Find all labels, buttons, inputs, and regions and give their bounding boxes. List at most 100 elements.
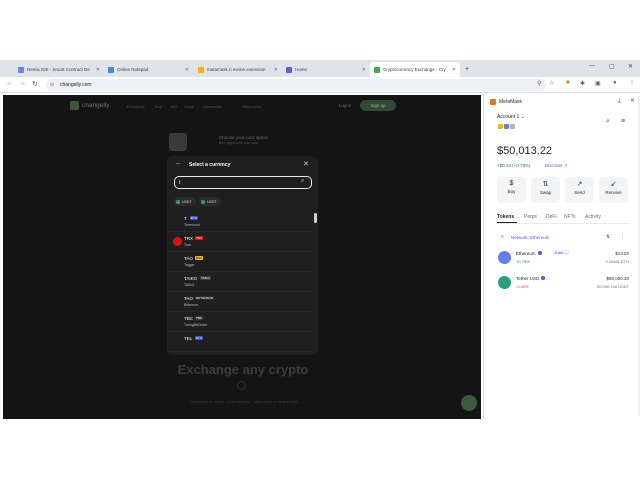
token-change: -0.02% [516, 284, 529, 289]
signup-button[interactable]: Sign up [360, 100, 396, 111]
tab-tokens[interactable]: Tokens [497, 214, 514, 220]
currency-search-box[interactable]: ⌕ [174, 176, 312, 189]
list-scrollbar-track[interactable] [314, 212, 317, 351]
action-label: Receive [605, 190, 622, 195]
metamask-panel: MetaMask ⤓ ✕ Account 1 ⌄ ⌕ ≡ $50,013.22 … [483, 94, 640, 420]
nav-buy[interactable]: Buy [155, 104, 162, 109]
close-tab-icon[interactable]: ✕ [96, 67, 100, 73]
url-field[interactable]: ⊙ changelly.com [46, 79, 546, 91]
currency-row[interactable]: TAIKO TAIKO TAIKO [167, 272, 312, 292]
search-icon[interactable]: ⌕ [606, 118, 610, 126]
quick-chip-usdt-2[interactable]: USDT [199, 197, 221, 206]
receive-button[interactable]: ↙ Receive [599, 177, 628, 203]
quick-chip-usdt[interactable]: USDT [174, 197, 196, 206]
earn-badge[interactable]: Earn ⌄ [553, 250, 570, 255]
currency-search-input[interactable] [179, 179, 289, 187]
side-panel-icon[interactable]: ▣ [595, 80, 601, 87]
ethereum-icon [498, 251, 511, 264]
back-icon[interactable]: ← [6, 80, 13, 87]
tab-home[interactable]: Home ✕ [282, 62, 370, 77]
external-link-icon: ↗ [563, 163, 568, 168]
bittensor-icon [173, 297, 182, 306]
token-amount: 50,000.198 USDT [596, 284, 629, 289]
network-badge: BSC [195, 256, 204, 260]
currency-row[interactable]: TEL ETH [167, 332, 312, 352]
close-tab-icon[interactable]: ✕ [185, 67, 189, 73]
account-badges[interactable] [498, 124, 516, 129]
tab-remix[interactable]: Remix IDE - Smart Contract De ✕ [14, 62, 104, 77]
back-arrow-icon[interactable]: ← [175, 160, 182, 167]
token-row-ethereum[interactable]: Ethereum Earn ⌄ +0.79% $13.02 0.00481 ET… [497, 249, 629, 271]
tab-defi[interactable]: DeFi [546, 214, 557, 220]
forward-icon[interactable]: → [19, 80, 26, 87]
reload-icon[interactable]: ↻ [32, 80, 38, 88]
filter-icon[interactable]: ≡ [501, 234, 504, 240]
maximize-icon[interactable]: ▢ [609, 63, 615, 70]
currency-row[interactable]: TBC TBC TuringBitChain [167, 312, 312, 332]
site-info-icon[interactable]: ⊙ [50, 79, 54, 91]
changelly-page: changelly Exchange Buy Sell Swap Currenc… [3, 95, 481, 419]
more-options-icon[interactable]: ⋮ [620, 234, 625, 240]
nav-sell[interactable]: Sell [170, 104, 177, 109]
new-tab-button[interactable]: + [461, 62, 473, 77]
network-filter[interactable]: Network: Ethereum [511, 235, 550, 240]
menu-kebab-icon[interactable]: ⋮ [629, 80, 635, 87]
chat-support-icon[interactable] [461, 395, 477, 411]
nav-exchange[interactable]: Exchange [127, 104, 145, 109]
info-icon[interactable] [237, 381, 246, 390]
metamask-extension-icon[interactable]: ■ [566, 80, 570, 86]
currency-name: TAIKO [184, 283, 195, 287]
search-icon[interactable]: ⌕ [301, 178, 304, 185]
tab-activity[interactable]: Activity [585, 214, 601, 220]
tab-search[interactable]: metamask ri evone extension ✕ [194, 62, 282, 77]
close-icon[interactable]: ✕ [630, 98, 635, 104]
token-amount: 0.00481 ETH [605, 259, 629, 264]
logo-mark-icon [70, 101, 79, 110]
bookmark-star-icon[interactable]: ☆ [549, 80, 554, 87]
nav-currencies[interactable]: Currencies [203, 104, 222, 109]
close-tab-icon[interactable]: ✕ [274, 67, 278, 73]
network-badge: TBC [195, 316, 203, 320]
promo-banner[interactable]: Choose your card option Buy crypto with … [167, 131, 317, 153]
hamburger-menu-icon[interactable]: ≡ [621, 118, 625, 125]
currency-row[interactable]: T ETH Threshold [167, 212, 312, 232]
currency-row[interactable]: TAO BITTENSOR Bittensor [167, 292, 312, 312]
login-link[interactable]: Log in [339, 103, 351, 108]
nav-resources[interactable]: Resources [242, 104, 261, 109]
network-badge: BITTENSOR [195, 296, 215, 300]
swap-icon: ⇅ [542, 181, 549, 188]
verified-icon [537, 251, 542, 255]
list-scrollbar-thumb[interactable] [314, 213, 317, 223]
currency-list[interactable]: T ETH Threshold TRX TRX Tron TAO BSC Tag… [167, 212, 312, 352]
tab-perps[interactable]: Perps [524, 214, 537, 220]
close-icon[interactable]: ✕ [303, 160, 309, 168]
currency-row[interactable]: TAO BSC Tagger [167, 252, 312, 272]
tab-label: metamask ri evone extension [207, 67, 266, 72]
zoom-icon[interactable]: ⚲ [537, 80, 541, 87]
token-name: Tether USD [516, 276, 540, 281]
tab-notepad[interactable]: Online Notepad ✕ [104, 62, 193, 77]
close-tab-icon[interactable]: ✕ [362, 67, 366, 73]
account-selector[interactable]: Account 1 ⌄ [497, 114, 525, 120]
nav-swap[interactable]: Swap [184, 104, 194, 109]
buy-button[interactable]: $ Buy [497, 177, 526, 203]
changelly-logo[interactable]: changelly [70, 101, 109, 110]
hero-subtitle: Changelly is an instant crypto exchange.… [188, 400, 299, 404]
token-row-tether[interactable]: Tether USD -0.02% $50,000.20 50,000.198 … [497, 274, 629, 296]
discover-link[interactable]: Discover ↗ [545, 163, 568, 169]
close-tab-icon[interactable]: ✕ [452, 67, 456, 73]
minimize-icon[interactable]: — [589, 63, 595, 69]
send-button[interactable]: ↗ Send [565, 177, 594, 203]
tab-nfts[interactable]: NFTs [564, 214, 576, 220]
profile-icon[interactable]: ● [613, 80, 617, 86]
plus-icon: + [465, 66, 470, 73]
metamask-header: MetaMask [490, 99, 522, 105]
close-window-icon[interactable]: ✕ [628, 63, 633, 70]
currency-row[interactable]: TRX TRX Tron [167, 232, 312, 252]
sort-icon[interactable]: ⇅ [606, 234, 610, 240]
notepad-favicon-icon [108, 66, 114, 73]
extensions-icon[interactable]: ✱ [580, 80, 585, 87]
swap-button[interactable]: ⇅ Swap [531, 177, 560, 203]
tab-changelly[interactable]: Cryptocurrency Exchange - Cry ✕ [370, 62, 460, 77]
pin-icon[interactable]: ⤓ [618, 98, 620, 105]
